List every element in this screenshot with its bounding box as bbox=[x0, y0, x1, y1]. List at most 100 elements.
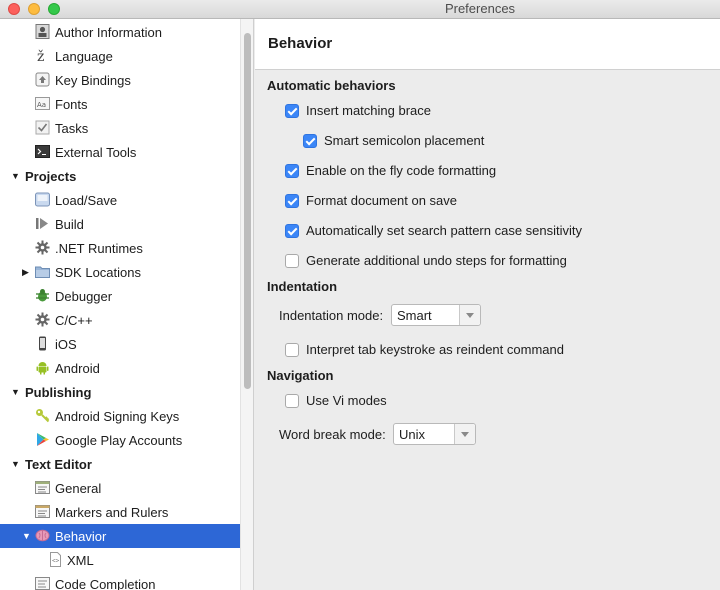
indentation-mode-label: Indentation mode: bbox=[279, 308, 384, 323]
section-heading-automatic-behaviors: Automatic behaviors bbox=[267, 78, 396, 93]
sidebar-item-fonts[interactable]: Aa Fonts bbox=[0, 92, 240, 116]
sidebar-item-label: Android Signing Keys bbox=[55, 409, 180, 424]
google-play-icon bbox=[37, 433, 49, 446]
sidebar-item-author-information[interactable]: Author Information bbox=[0, 20, 240, 44]
tab-reindent-label[interactable]: Interpret tab keystroke as reindent comm… bbox=[306, 342, 564, 357]
smart-semicolon-checkbox[interactable] bbox=[303, 134, 317, 148]
window-title: Preferences bbox=[444, 1, 516, 16]
markers-icon bbox=[35, 505, 50, 518]
author-icon bbox=[35, 24, 50, 39]
sidebar-item-cpp[interactable]: C/C++ bbox=[0, 308, 240, 332]
sidebar-item-build[interactable]: Build bbox=[0, 212, 240, 236]
insert-matching-brace-label[interactable]: Insert matching brace bbox=[306, 103, 431, 118]
android-icon bbox=[36, 362, 49, 375]
on-the-fly-formatting-checkbox[interactable] bbox=[285, 164, 299, 178]
disclosure-expanded-icon[interactable]: ▼ bbox=[11, 387, 20, 397]
sidebar-item-code-completion[interactable]: Code Completion bbox=[0, 572, 240, 590]
disclosure-expanded-icon[interactable]: ▼ bbox=[22, 531, 31, 541]
sidebar-category-label: Projects bbox=[25, 169, 77, 184]
key-bindings-icon bbox=[35, 72, 50, 87]
xml-file-icon: <> bbox=[50, 552, 61, 567]
sidebar-item-ios[interactable]: iOS bbox=[0, 332, 240, 356]
sidebar-item-net-runtimes[interactable]: .NET Runtimes bbox=[0, 236, 240, 260]
scrollbar-thumb[interactable] bbox=[244, 33, 251, 389]
gear-icon bbox=[35, 312, 50, 327]
sidebar-item-label: Build bbox=[55, 217, 84, 232]
code-completion-icon bbox=[35, 577, 50, 590]
sidebar-item-label: Android bbox=[55, 361, 100, 376]
on-the-fly-formatting-label[interactable]: Enable on the fly code formatting bbox=[306, 163, 496, 178]
disclosure-collapsed-icon[interactable]: ▶ bbox=[22, 267, 29, 278]
format-on-save-checkbox[interactable] bbox=[285, 194, 299, 208]
sidebar-item-label: Fonts bbox=[55, 97, 88, 112]
sidebar-item-label: Code Completion bbox=[55, 577, 156, 590]
sidebar-item-language[interactable]: ž Language bbox=[0, 44, 240, 68]
vi-modes-label[interactable]: Use Vi modes bbox=[306, 393, 387, 408]
page-title: Behavior bbox=[268, 35, 333, 52]
sidebar-item-label: Language bbox=[55, 49, 113, 64]
sidebar-category-label: Text Editor bbox=[25, 457, 92, 472]
sidebar-item-label: External Tools bbox=[55, 145, 137, 160]
tasks-icon bbox=[35, 120, 50, 135]
terminal-icon bbox=[35, 145, 50, 158]
sidebar-item-label: Google Play Accounts bbox=[55, 433, 183, 448]
debugger-icon bbox=[36, 289, 49, 302]
undo-steps-formatting-checkbox[interactable] bbox=[285, 254, 299, 268]
language-icon: ž bbox=[37, 49, 44, 63]
tab-reindent-checkbox[interactable] bbox=[285, 343, 299, 357]
folder-icon bbox=[35, 266, 50, 278]
sidebar-item-label: General bbox=[55, 481, 102, 496]
search-case-sensitivity-label[interactable]: Automatically set search pattern case se… bbox=[306, 223, 582, 238]
sidebar-item-label: Load/Save bbox=[55, 193, 118, 208]
indentation-mode-value: Smart bbox=[397, 308, 432, 323]
sidebar-item-xml[interactable]: <> XML bbox=[0, 548, 240, 572]
sidebar-item-behavior[interactable]: ▼ Behavior bbox=[0, 524, 240, 548]
sidebar-item-label: Markers and Rulers bbox=[55, 505, 169, 520]
build-icon bbox=[36, 218, 48, 229]
sidebar-item-general[interactable]: General bbox=[0, 476, 240, 500]
chevron-down-icon[interactable] bbox=[454, 424, 475, 444]
sidebar-scrollbar[interactable] bbox=[240, 19, 254, 590]
sidebar-item-load-save[interactable]: Load/Save bbox=[0, 188, 240, 212]
gear-icon bbox=[35, 240, 50, 255]
sidebar-item-label: Debugger bbox=[55, 289, 113, 304]
sidebar-item-android[interactable]: Android bbox=[0, 356, 240, 380]
preferences-panel: Behavior Automatic behaviors Insert matc… bbox=[255, 19, 720, 590]
search-case-sensitivity-checkbox[interactable] bbox=[285, 224, 299, 238]
sidebar-item-label: C/C++ bbox=[55, 313, 93, 328]
sidebar-item-external-tools[interactable]: External Tools bbox=[0, 140, 240, 164]
key-icon bbox=[36, 409, 50, 423]
sidebar-item-key-bindings[interactable]: Key Bindings bbox=[0, 68, 240, 92]
load-save-icon bbox=[35, 192, 50, 207]
sidebar-item-sdk-locations[interactable]: ▶ SDK Locations bbox=[0, 260, 240, 284]
sidebar-item-label: Key Bindings bbox=[55, 73, 131, 88]
sidebar-category-publishing[interactable]: ▼ Publishing bbox=[0, 380, 240, 404]
disclosure-expanded-icon[interactable]: ▼ bbox=[11, 459, 20, 469]
sidebar-item-google-play-accounts[interactable]: Google Play Accounts bbox=[0, 428, 240, 452]
insert-matching-brace-checkbox[interactable] bbox=[285, 104, 299, 118]
sidebar-item-android-signing-keys[interactable]: Android Signing Keys bbox=[0, 404, 240, 428]
sidebar-category-text-editor[interactable]: ▼ Text Editor bbox=[0, 452, 240, 476]
sidebar-item-debugger[interactable]: Debugger bbox=[0, 284, 240, 308]
sidebar-item-label: .NET Runtimes bbox=[55, 241, 143, 256]
sidebar-item-label: XML bbox=[67, 553, 94, 568]
fonts-icon: Aa bbox=[35, 97, 50, 110]
vi-modes-checkbox[interactable] bbox=[285, 394, 299, 408]
sidebar-item-label: SDK Locations bbox=[55, 265, 141, 280]
sidebar-category-projects[interactable]: ▼ Projects bbox=[0, 164, 240, 188]
indentation-mode-dropdown[interactable]: Smart bbox=[391, 304, 481, 326]
sidebar-item-label: Tasks bbox=[55, 121, 89, 136]
format-on-save-label[interactable]: Format document on save bbox=[306, 193, 457, 208]
iphone-icon bbox=[39, 336, 46, 351]
preferences-sidebar: Author Information ž Language Key Bindin… bbox=[0, 19, 240, 590]
word-break-mode-dropdown[interactable]: Unix bbox=[393, 423, 476, 445]
undo-steps-formatting-label[interactable]: Generate additional undo steps for forma… bbox=[306, 253, 567, 268]
word-break-mode-label: Word break mode: bbox=[279, 427, 386, 442]
sidebar-item-label: Behavior bbox=[55, 529, 107, 544]
chevron-down-icon[interactable] bbox=[459, 305, 480, 325]
sidebar-item-markers-and-rulers[interactable]: Markers and Rulers bbox=[0, 500, 240, 524]
sidebar-item-tasks[interactable]: Tasks bbox=[0, 116, 240, 140]
section-heading-navigation: Navigation bbox=[267, 368, 334, 383]
smart-semicolon-label[interactable]: Smart semicolon placement bbox=[324, 133, 484, 148]
disclosure-expanded-icon[interactable]: ▼ bbox=[11, 171, 20, 181]
